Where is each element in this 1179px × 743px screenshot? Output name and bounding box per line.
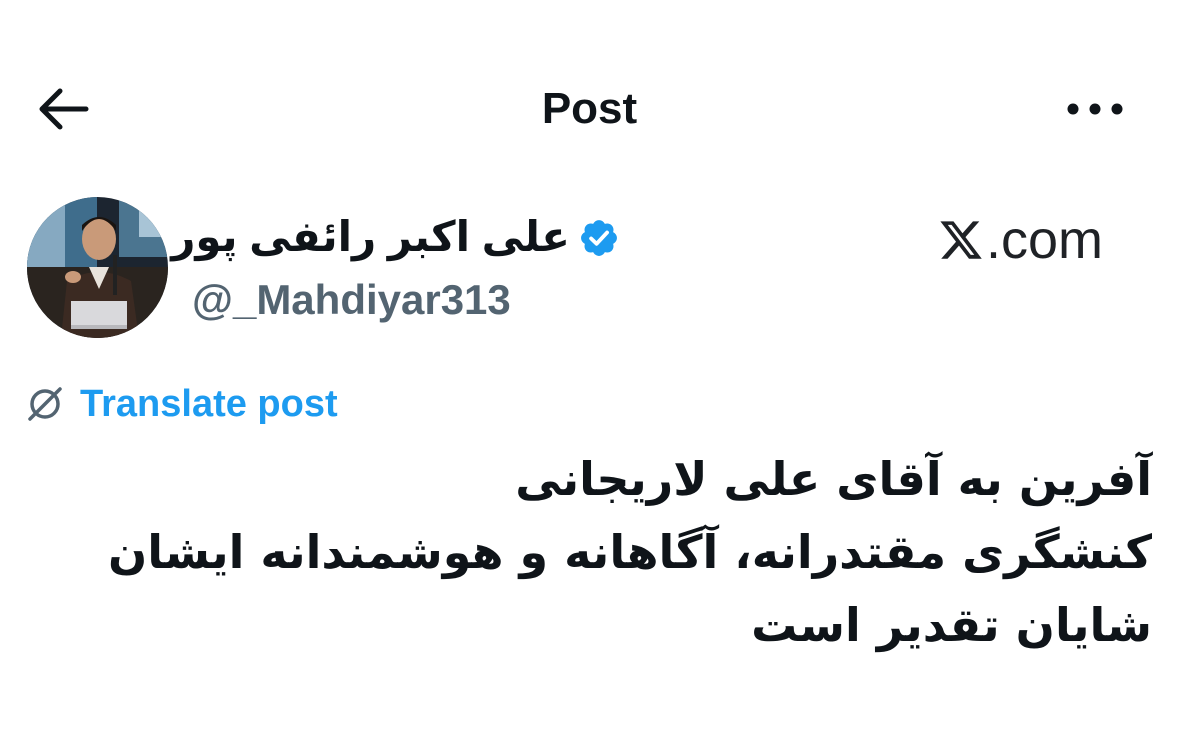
avatar[interactable] [27, 197, 168, 338]
translate-globe-icon [28, 387, 62, 421]
author-handle[interactable]: @_Mahdiyar313 [192, 272, 511, 328]
translate-post-label: Translate post [80, 382, 338, 425]
post-text: آفرین به آقای علی لاریجانی کنشگری مقتدرا… [30, 443, 1152, 662]
page-title: Post [541, 84, 638, 133]
more-options-button[interactable] [1060, 92, 1130, 126]
post-text-line: آفرین به آقای علی لاریجانی [515, 452, 1152, 506]
author-display-name[interactable]: علی اکبر رائفی پور [171, 208, 570, 266]
x-com-watermark: .com [938, 208, 1103, 272]
verified-badge-icon [578, 217, 620, 259]
more-horizontal-icon [1067, 103, 1123, 115]
post-screen: Post علی اکبر رائفی پور @_Mahdiyar313 .c… [0, 0, 1179, 743]
x-logo-icon [940, 221, 982, 259]
post-text-line: کنشگری مقتدرانه، آگاهانه و هوشمندانه ایش… [108, 525, 1152, 579]
post-text-line: شایان تقدیر است [751, 598, 1152, 652]
watermark-text: .com [986, 210, 1104, 270]
translate-post-link[interactable]: Translate post [24, 380, 338, 428]
